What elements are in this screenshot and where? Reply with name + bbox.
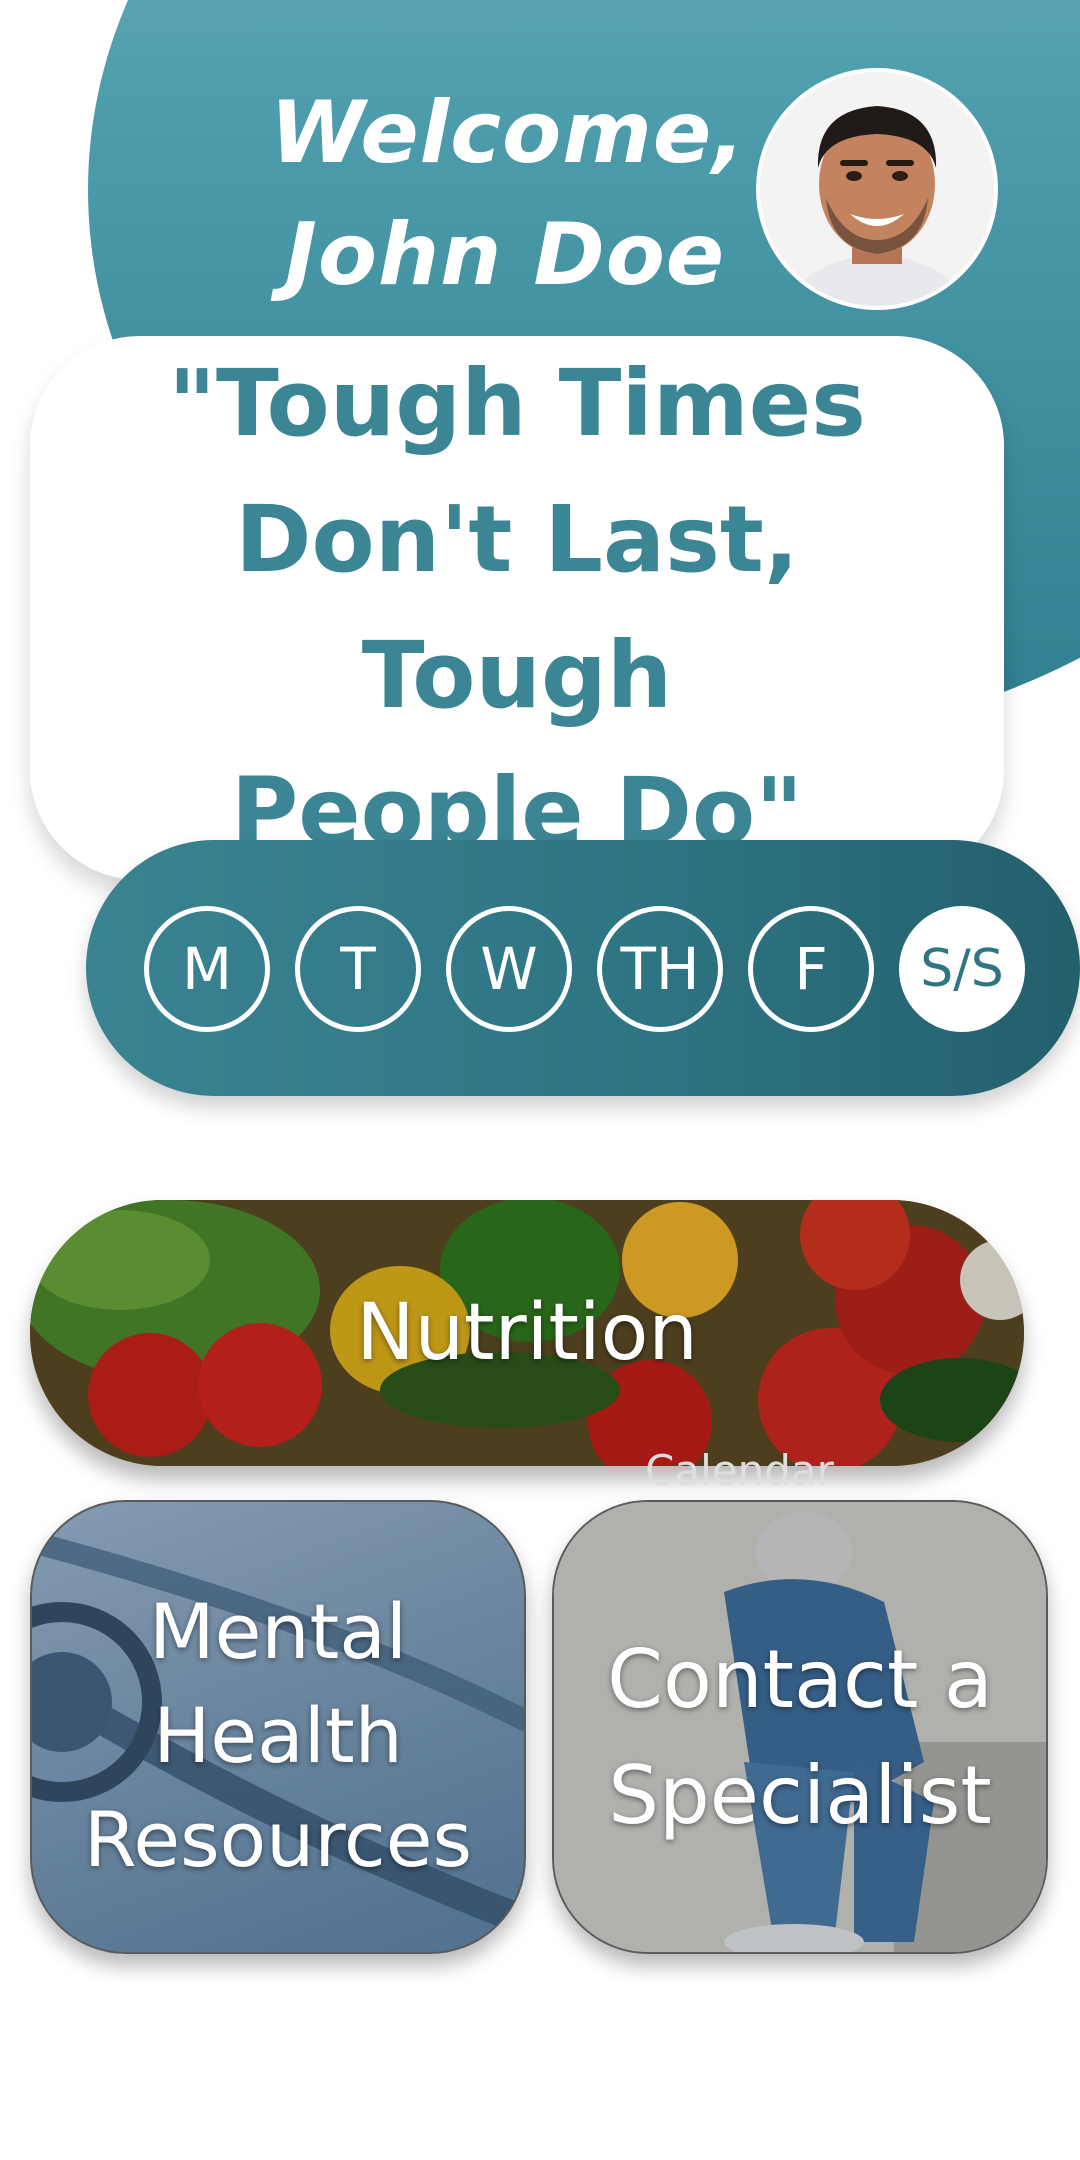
mental-health-line-1: Mental <box>149 1587 407 1676</box>
mental-health-line-3: Resources <box>83 1795 473 1884</box>
day-button-tuesday[interactable]: T <box>295 906 421 1032</box>
welcome-greeting: Welcome, <box>270 83 746 183</box>
nutrition-label: Nutrition <box>356 1288 698 1378</box>
quote-line-2: Don't Last, Tough <box>235 486 799 729</box>
contact-specialist-line-1: Contact a <box>607 1633 993 1726</box>
calendar-label: Calendar <box>645 1446 834 1495</box>
welcome-heading: Welcome, John Doe <box>270 72 746 316</box>
quote-card: "Tough Times Don't Last, Tough People Do… <box>30 336 1004 880</box>
home-screen: Welcome, John Doe "Tough Times Don't Las… <box>0 0 1080 2160</box>
weekday-selector: M T W TH F S/S <box>86 840 1080 1096</box>
contact-specialist-line-2: Specialist <box>608 1749 992 1842</box>
nutrition-card[interactable]: Nutrition <box>30 1200 1024 1466</box>
day-button-monday[interactable]: M <box>144 906 270 1032</box>
mental-health-line-2: Health <box>153 1691 403 1780</box>
user-avatar[interactable] <box>756 68 998 310</box>
avatar-photo-icon <box>760 72 994 306</box>
day-button-friday[interactable]: F <box>748 906 874 1032</box>
mental-health-label: Mental Health Resources <box>32 1580 524 1892</box>
day-button-thursday[interactable]: TH <box>597 906 723 1032</box>
contact-specialist-label: Contact a Specialist <box>554 1622 1046 1854</box>
day-button-wednesday[interactable]: W <box>446 906 572 1032</box>
quote-line-1: "Tough Times <box>168 350 866 457</box>
day-button-weekend[interactable]: S/S <box>899 906 1025 1032</box>
motivational-quote: "Tough Times Don't Last, Tough People Do… <box>67 336 967 880</box>
contact-specialist-card[interactable]: Contact a Specialist <box>552 1500 1048 1954</box>
welcome-username: John Doe <box>284 205 726 305</box>
mental-health-resources-card[interactable]: Mental Health Resources <box>30 1500 526 1954</box>
